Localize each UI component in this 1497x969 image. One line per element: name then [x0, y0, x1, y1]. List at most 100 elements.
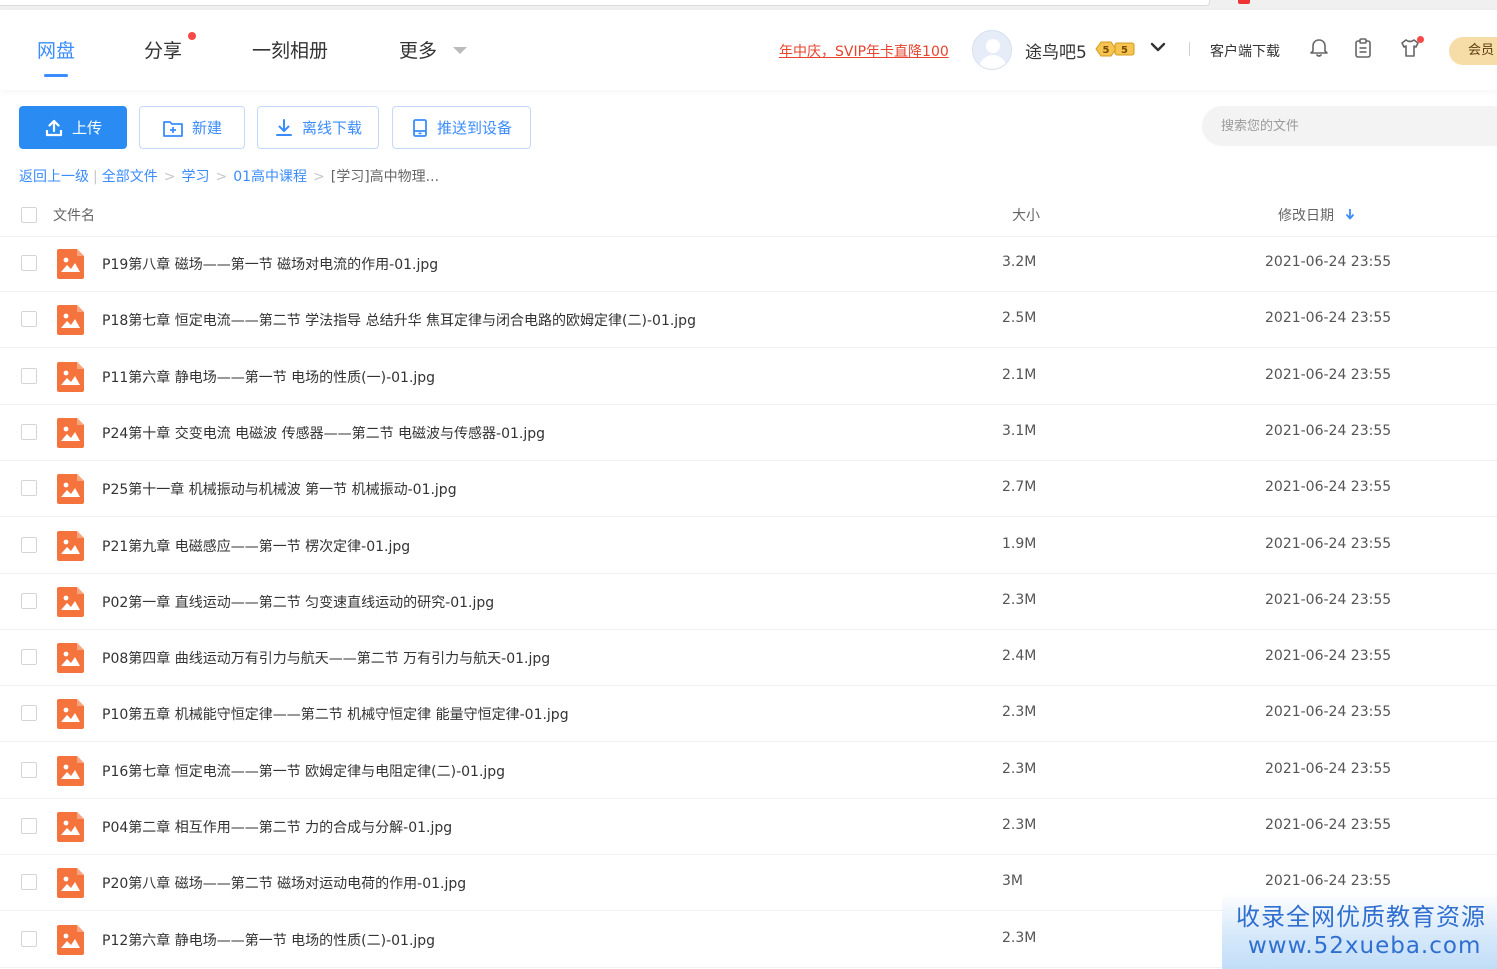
image-file-icon — [57, 756, 84, 786]
file-size: 2.3M — [1002, 592, 1037, 608]
breadcrumb-highschool[interactable]: 01高中课程 — [233, 169, 307, 185]
address-bar-edge — [0, 0, 1210, 6]
username[interactable]: 途鸟吧5 — [1025, 38, 1087, 63]
breadcrumb-separator: > — [163, 169, 176, 185]
file-name[interactable]: P04第二章 相互作用——第二节 力的合成与分解-01.jpg — [102, 817, 452, 837]
file-row[interactable]: P04第二章 相互作用——第二节 力的合成与分解-01.jpg 2.3M 2021-… — [0, 799, 1497, 855]
avatar-head — [986, 39, 1000, 53]
breadcrumb-separator: > — [215, 169, 228, 185]
tab-more[interactable]: 更多 — [399, 36, 437, 63]
download-icon — [275, 118, 292, 136]
watermark: 收录全网优质教育资源 www.52xueba.com — [1222, 893, 1497, 969]
file-modified-date: 2021-06-24 23:55 — [1265, 817, 1392, 833]
member-button[interactable]: 会员 — [1449, 37, 1497, 65]
file-name[interactable]: P12第六章 静电场——第一节 电场的性质(二)-01.jpg — [102, 930, 435, 950]
tab-netdisk[interactable]: 网盘 — [37, 36, 75, 63]
file-name[interactable]: P21第九章 电磁感应——第一节 楞次定律-01.jpg — [102, 536, 410, 556]
search-input[interactable] — [1202, 106, 1497, 146]
file-row[interactable]: P19第八章 磁场——第一节 磁场对电流的作用-01.jpg 3.2M 2021-0… — [0, 236, 1497, 292]
tab-share[interactable]: 分享 — [144, 36, 182, 63]
breadcrumb-separator: > — [313, 169, 325, 185]
file-name[interactable]: P08第四章 曲线运动万有引力与航天——第二节 万有引力与航天-01.jpg — [102, 648, 550, 668]
tab-album[interactable]: 一刻相册 — [252, 36, 328, 63]
share-notification-dot — [188, 32, 196, 40]
file-checkbox[interactable] — [21, 311, 37, 327]
file-name[interactable]: P10第五章 机械能守恒定律——第二节 机械守恒定律 能量守恒定律-01.jpg — [102, 704, 569, 724]
column-filename[interactable]: 文件名 — [53, 205, 95, 225]
file-checkbox[interactable] — [21, 424, 37, 440]
avatar[interactable] — [972, 30, 1012, 70]
file-size: 3M — [1002, 873, 1023, 889]
file-checkbox[interactable] — [21, 593, 37, 609]
file-name[interactable]: P24第十章 交变电流 电磁波 传感器——第二节 电磁波与传感器-01.jpg — [102, 423, 545, 443]
push-device-button[interactable]: 推送到设备 — [392, 106, 531, 149]
vip-badge-icon[interactable]: 5 5 — [1094, 40, 1136, 58]
sort-down-arrow-icon[interactable] — [1344, 206, 1356, 222]
file-row[interactable]: P11第六章 静电场——第一节 电场的性质(一)-01.jpg 2.1M 2021-… — [0, 349, 1497, 405]
file-size: 2.3M — [1002, 817, 1037, 833]
file-checkbox[interactable] — [21, 480, 37, 496]
breadcrumb-back[interactable]: 返回上一级 — [19, 169, 89, 185]
file-row[interactable]: P16第七章 恒定电流——第一节 欧姆定律与电阻定律(二)-01.jpg 2.3M… — [0, 743, 1497, 799]
image-file-icon — [57, 812, 84, 842]
file-checkbox[interactable] — [21, 762, 37, 778]
file-modified-date: 2021-06-24 23:55 — [1265, 648, 1392, 664]
file-modified-date: 2021-06-24 23:55 — [1265, 761, 1392, 777]
client-download-link[interactable]: 客户端下载 — [1210, 41, 1280, 61]
upload-button[interactable]: 上传 — [19, 106, 127, 149]
bell-icon[interactable] — [1308, 37, 1330, 59]
select-all-checkbox[interactable] — [21, 207, 37, 223]
file-modified-date: 2021-06-24 23:55 — [1265, 254, 1392, 270]
file-checkbox[interactable] — [21, 818, 37, 834]
file-size: 2.1M — [1002, 367, 1037, 383]
column-modified-date[interactable]: 修改日期 — [1278, 205, 1334, 225]
breadcrumb-current: [学习]高中物理... — [330, 169, 440, 185]
file-row[interactable]: P24第十章 交变电流 电磁波 传感器——第二节 电磁波与传感器-01.jpg 3… — [0, 405, 1497, 461]
breadcrumb-bar: | — [93, 169, 98, 185]
file-row[interactable]: P10第五章 机械能守恒定律——第二节 机械守恒定律 能量守恒定律-01.jpg… — [0, 686, 1497, 742]
file-name[interactable]: P19第八章 磁场——第一节 磁场对电流的作用-01.jpg — [102, 254, 438, 274]
file-name[interactable]: P16第七章 恒定电流——第一节 欧姆定律与电阻定律(二)-01.jpg — [102, 761, 505, 781]
file-checkbox[interactable] — [21, 705, 37, 721]
push-device-label: 推送到设备 — [436, 119, 512, 137]
file-row[interactable]: P18第七章 恒定电流——第二节 学法指导 总结升华 焦耳定律与闭合电路的欧姆定… — [0, 292, 1497, 348]
breadcrumb-study[interactable]: 学习 — [181, 169, 209, 185]
file-size: 2.4M — [1002, 648, 1037, 664]
file-checkbox[interactable] — [21, 255, 37, 271]
skin-notification-dot — [1417, 36, 1424, 43]
file-checkbox[interactable] — [21, 649, 37, 665]
file-name[interactable]: P11第六章 静电场——第一节 电场的性质(一)-01.jpg — [102, 367, 435, 387]
file-row[interactable]: P25第十一章 机械振动与机械波 第一节 机械振动-01.jpg 2.7M 2021… — [0, 461, 1497, 517]
image-file-icon — [57, 699, 84, 729]
file-name[interactable]: P02第一章 直线运动——第二节 匀变速直线运动的研究-01.jpg — [102, 592, 494, 612]
file-row[interactable]: P21第九章 电磁感应——第一节 楞次定律-01.jpg 1.9M 2021-06-… — [0, 518, 1497, 574]
file-name[interactable]: P18第七章 恒定电流——第二节 学法指导 总结升华 焦耳定律与闭合电路的欧姆定… — [102, 310, 696, 330]
file-size: 2.3M — [1002, 930, 1037, 946]
file-modified-date: 2021-06-24 23:55 — [1265, 310, 1392, 326]
file-size: 2.5M — [1002, 310, 1037, 326]
file-checkbox[interactable] — [21, 874, 37, 890]
more-caret-icon[interactable] — [453, 47, 467, 54]
file-checkbox[interactable] — [21, 931, 37, 947]
file-row[interactable]: P08第四章 曲线运动万有引力与航天——第二节 万有引力与航天-01.jpg 2.… — [0, 630, 1497, 686]
file-row[interactable]: P02第一章 直线运动——第二节 匀变速直线运动的研究-01.jpg 2.3M 20… — [0, 574, 1497, 630]
chevron-down-icon[interactable] — [1150, 39, 1166, 55]
file-name[interactable]: P20第八章 磁场——第二节 磁场对运动电荷的作用-01.jpg — [102, 873, 466, 893]
file-checkbox[interactable] — [21, 368, 37, 384]
promo-link[interactable]: 年中庆，SVIP年卡直降100 — [779, 41, 949, 61]
file-list-header: 文件名 大小 修改日期 — [0, 193, 1497, 237]
file-size: 2.3M — [1002, 761, 1037, 777]
breadcrumb-all-files[interactable]: 全部文件 — [102, 169, 158, 185]
file-modified-date: 2021-06-24 23:55 — [1265, 423, 1392, 439]
new-label: 新建 — [191, 119, 222, 137]
file-name[interactable]: P25第十一章 机械振动与机械波 第一节 机械振动-01.jpg — [102, 479, 457, 499]
file-checkbox[interactable] — [21, 537, 37, 553]
offline-download-button[interactable]: 离线下载 — [257, 106, 379, 149]
new-button[interactable]: 新建 — [139, 106, 245, 149]
file-size: 1.9M — [1002, 536, 1037, 552]
column-size[interactable]: 大小 — [1012, 205, 1040, 225]
clipboard-icon[interactable] — [1352, 37, 1374, 59]
upload-label: 上传 — [71, 119, 102, 137]
image-file-icon — [57, 305, 84, 335]
file-modified-date: 2021-06-24 23:55 — [1265, 479, 1392, 495]
